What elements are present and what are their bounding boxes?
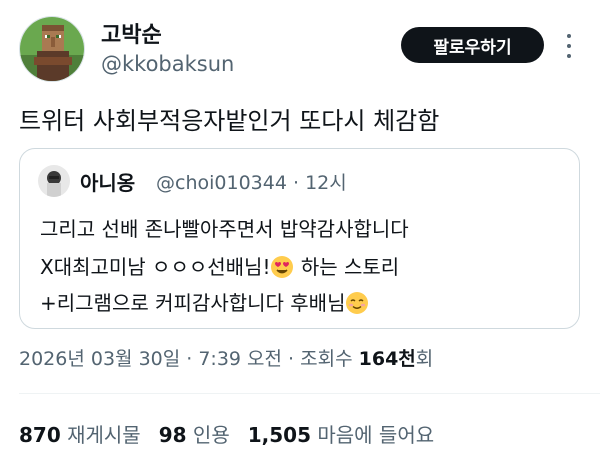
villager-avatar-image (20, 17, 84, 81)
quote-author-avatar (38, 165, 70, 197)
quote-avatar-image (38, 165, 70, 197)
retweets-count: 870 (19, 423, 61, 447)
quotes-stat[interactable]: 98 인용 (159, 423, 230, 447)
author-handle[interactable]: @kkobaksun (101, 52, 234, 76)
quote-line-2-after: 하는 스토리 (294, 255, 400, 279)
quote-author-name: 아니옹 (80, 171, 136, 195)
follow-button[interactable]: 팔로우하기 (401, 27, 544, 63)
tweet-meta: 2026년 03월 30일 · 7:39 오전 · 조회수 164천회 (19, 344, 433, 371)
quote-text-line-3: +리그램으로 커피감사합니다 후배님 (40, 287, 369, 316)
tweet-text: 트위터 사회부적응자밭인거 또다시 체감함 (19, 107, 440, 135)
quote-time: 12시 (305, 172, 347, 194)
quote-separator: · (292, 172, 300, 194)
author-display-name[interactable]: 고박순 (101, 17, 162, 49)
divider (19, 393, 600, 394)
retweets-stat[interactable]: 870 재게시물 (19, 423, 141, 447)
quote-author-handle: @choi010344 (156, 172, 287, 194)
author-avatar[interactable] (19, 16, 85, 82)
quotes-count: 98 (158, 423, 187, 447)
quoted-tweet-card[interactable]: 아니옹 @choi010344 · 12시 그리고 선배 존나빨아주면서 밥약감… (19, 148, 580, 329)
quote-line-3-text: +리그램으로 커피감사합니다 후배님 (40, 291, 346, 315)
quote-text-line-1: 그리고 선배 존나빨아주면서 밥약감사합니다 (40, 217, 409, 241)
likes-stat[interactable]: 1,505 마음에 들어요 (248, 423, 434, 447)
tweet-stats: 870 재게시물 98 인용 1,505 마음에 들어요 (19, 419, 434, 448)
heart-eyes-emoji-icon (271, 256, 294, 278)
smiling-blush-emoji-icon (346, 292, 369, 314)
quote-line-2-before: X대최고미남 ㅇㅇㅇ선배님! (40, 255, 271, 279)
retweets-label: 재게시물 (67, 423, 141, 447)
tweet-datetime[interactable]: 2026년 03월 30일 · 7:39 오전 · 조회수 (19, 348, 359, 370)
likes-label: 마음에 들어요 (317, 423, 435, 447)
more-vertical-icon[interactable] (562, 34, 576, 58)
quote-text-line-2: X대최고미남 ㅇㅇㅇ선배님! 하는 스토리 (40, 251, 399, 280)
quotes-label: 인용 (192, 423, 230, 447)
view-count: 164천 (358, 348, 416, 370)
view-count-suffix: 회 (415, 348, 434, 370)
quote-handle-time: @choi010344 · 12시 (156, 168, 347, 195)
likes-count: 1,505 (247, 423, 311, 447)
